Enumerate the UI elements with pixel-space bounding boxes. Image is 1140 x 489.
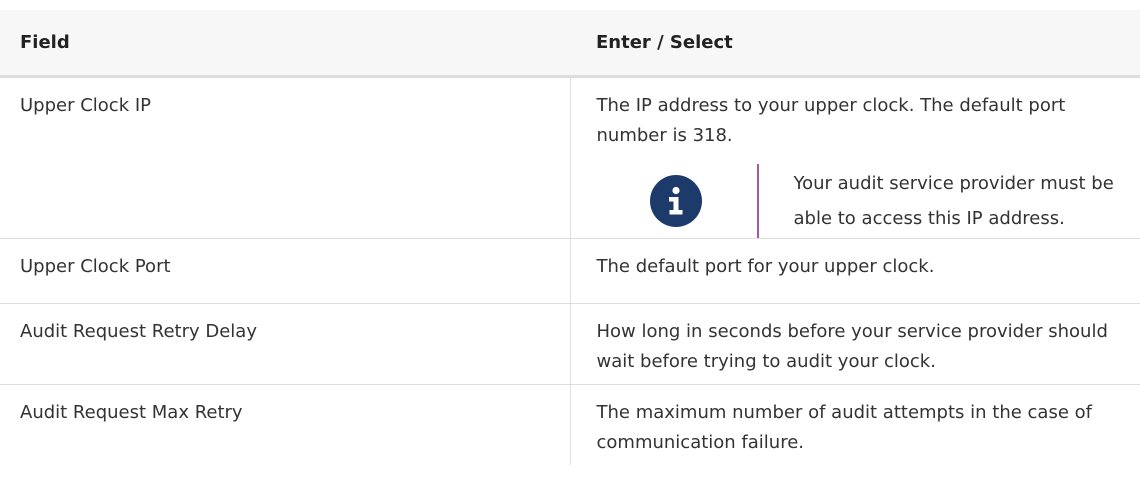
header-row: Field Enter / Select (0, 10, 1140, 78)
field-name: Audit Request Max Retry (0, 384, 571, 465)
header-field: Field (0, 10, 570, 78)
field-name: Upper Clock IP (0, 76, 571, 239)
table-row: Upper Clock IP The IP address to your up… (0, 76, 1140, 239)
table-row: Audit Request Retry Delay How long in se… (0, 303, 1140, 385)
table-header: Field Enter / Select (0, 10, 1140, 78)
header-enter-select: Enter / Select (570, 10, 1140, 78)
field-description: The maximum number of audit attempts in … (596, 401, 1092, 453)
field-description-cell: The IP address to your upper clock. The … (570, 76, 1140, 239)
info-icon (649, 174, 702, 227)
settings-table: Field Enter / Select Upper Clock IP The … (0, 10, 1140, 465)
table-row: Upper Clock Port The default port for yo… (0, 238, 1140, 304)
table-row: Audit Request Max Retry The maximum numb… (0, 384, 1140, 465)
admonition-note: Your audit service provider must be able… (649, 163, 1121, 238)
info-glyph (668, 186, 682, 214)
field-description: The IP address to your upper clock. The … (596, 94, 1066, 146)
field-name: Audit Request Retry Delay (0, 303, 571, 385)
field-description: How long in seconds before your service … (570, 303, 1140, 385)
field-description: The default port for your upper clock. (570, 238, 1140, 304)
field-name: Upper Clock Port (0, 238, 571, 304)
note-text: Your audit service provider must be able… (793, 172, 1114, 229)
note-divider (756, 163, 759, 238)
